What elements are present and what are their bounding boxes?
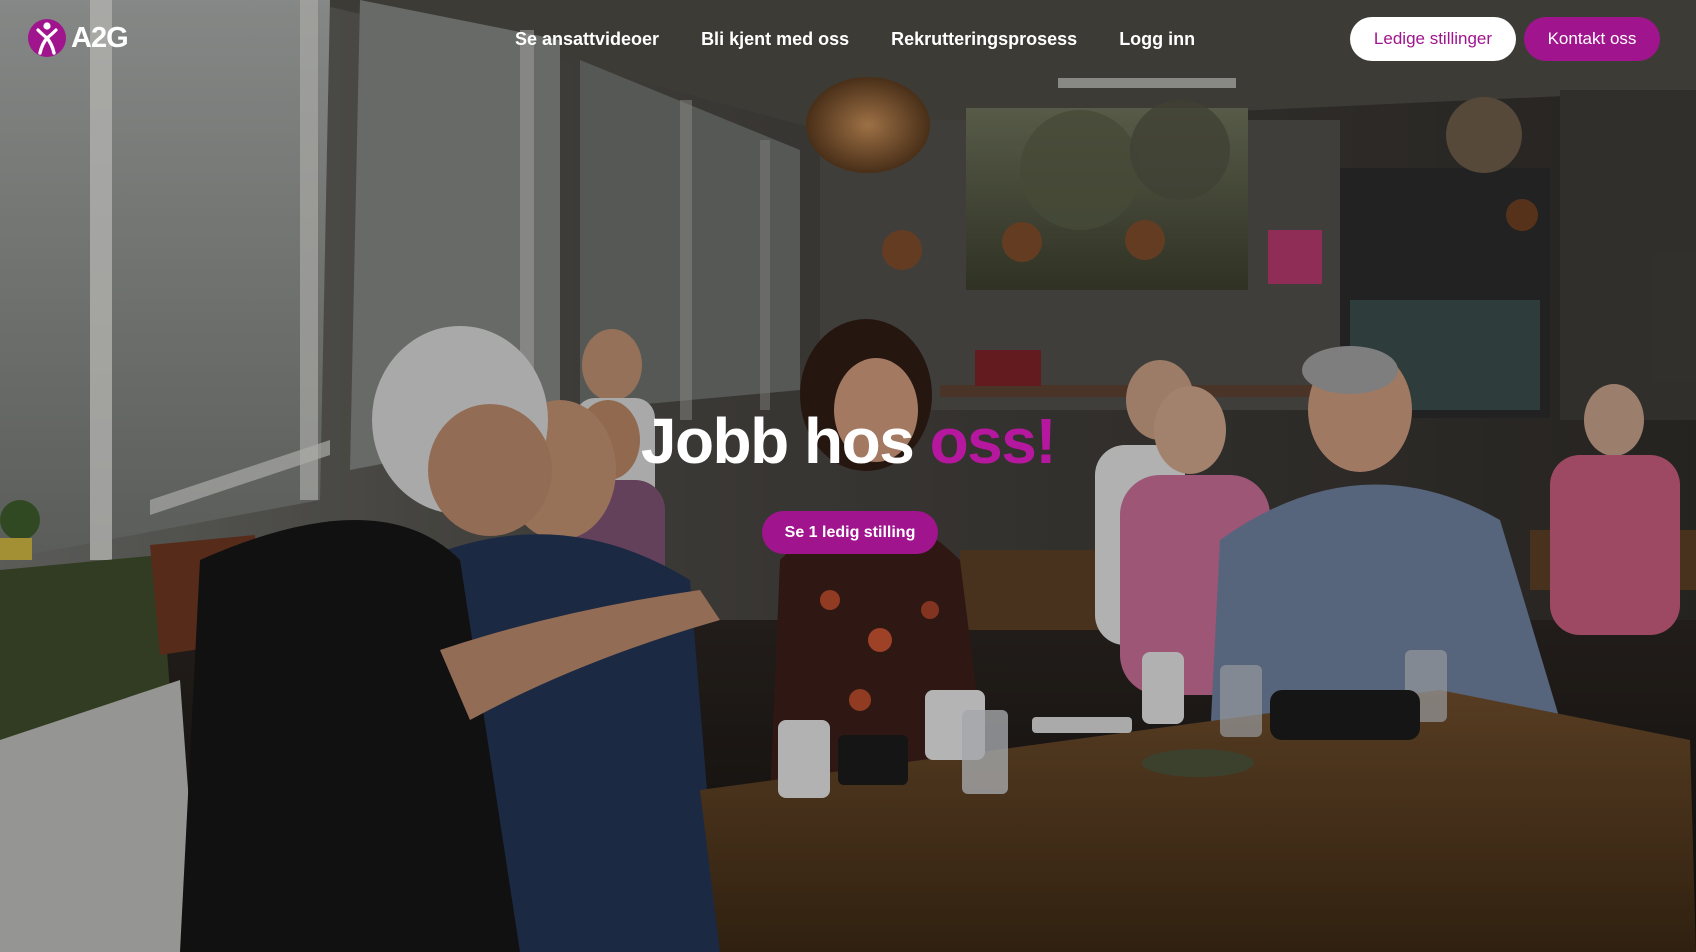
nav-link-get-to-know-us[interactable]: Bli kjent med oss [701,26,849,52]
hero-headline: Jobb hos oss! [0,401,1696,481]
hero-headline-accent: oss! [929,405,1057,477]
nav-link-login[interactable]: Logg inn [1119,26,1195,52]
logo-text: A2G [71,21,129,54]
a2g-logo-link[interactable]: A2G [27,17,129,59]
hero-headline-main: Jobb hos [640,405,930,477]
nav-link-recruitment-process[interactable]: Rekrutteringsprosess [891,26,1077,52]
contact-button[interactable]: Kontakt oss [1524,17,1660,61]
vacancies-button[interactable]: Ledige stillinger [1350,17,1516,61]
see-vacancy-button[interactable]: Se 1 ledig stilling [762,511,938,554]
a2g-logo-icon [28,19,66,57]
hero-section: A2G Se ansattvideoer Bli kjent med oss R… [0,0,1696,952]
nav-link-employee-videos[interactable]: Se ansattvideoer [515,26,659,52]
top-navigation: A2G Se ansattvideoer Bli kjent med oss R… [0,0,1696,78]
main-nav-links: Se ansattvideoer Bli kjent med oss Rekru… [515,26,1237,52]
